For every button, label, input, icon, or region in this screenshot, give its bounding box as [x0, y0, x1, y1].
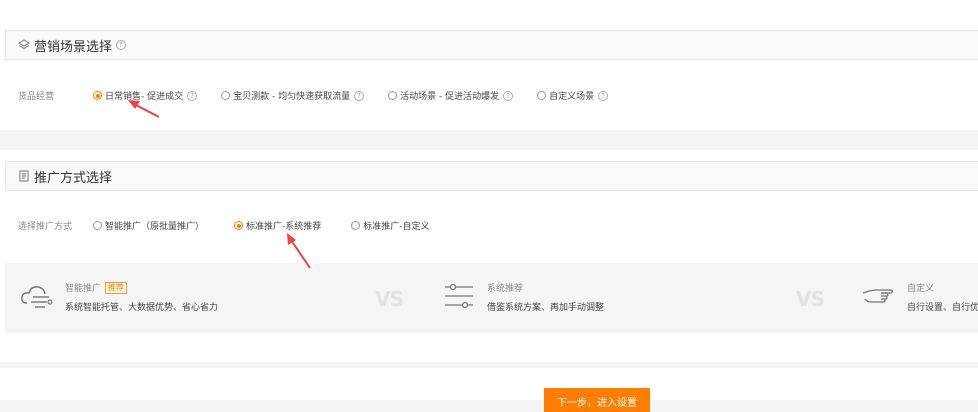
help-icon[interactable]: ? — [503, 90, 514, 101]
radio-checked[interactable] — [234, 221, 244, 230]
compare-custom: 自定义 自行设置、自行优化 — [861, 281, 978, 313]
compare-system: 系统推荐 借鉴系统方案、再加手动调整 — [441, 281, 604, 313]
radio-checked[interactable] — [93, 91, 102, 100]
promo-option-smart[interactable]: 智能推广（原批量推广） — [93, 219, 204, 232]
promo-radio-row: 选择推广方式 智能推广（原批量推广） 标准推广-系统推荐 标准推广-自定义 — [18, 219, 430, 232]
compare-desc: 借鉴系统方案、再加手动调整 — [487, 303, 605, 313]
compare-desc: 系统智能托管、大数据优势、省心省力 — [65, 303, 219, 313]
footer-panel — [0, 368, 978, 400]
recommend-badge: 推荐 — [105, 281, 128, 294]
promo-option-label: 标准推广-自定义 — [363, 222, 430, 232]
sliders-icon — [441, 281, 477, 311]
scene-row-label: 货品经营 — [18, 92, 55, 102]
help-icon[interactable]: ? — [354, 90, 365, 101]
next-step-button[interactable]: 下一步，进入设置 — [544, 388, 650, 412]
scene-section-title: 营销场景选择 — [34, 39, 113, 55]
radio-unchecked[interactable] — [351, 221, 361, 230]
radio-unchecked[interactable] — [93, 221, 102, 230]
compare-desc: 自行设置、自行优化 — [907, 303, 978, 313]
promo-row-label: 选择推广方式 — [18, 222, 73, 232]
scene-option-daily-sales[interactable]: 日常销售- 促进成交 ? — [93, 89, 198, 102]
radio-unchecked[interactable] — [221, 91, 231, 100]
vs-label: VS — [796, 287, 825, 311]
vs-label: VS — [375, 287, 404, 311]
scene-section-header: 营销场景选择 ? — [5, 30, 978, 60]
scene-option-custom[interactable]: 自定义场景 ? — [537, 89, 609, 102]
radio-unchecked[interactable] — [388, 91, 398, 100]
scene-option-product-test[interactable]: 宝贝测款 - 均匀快速获取流量 ? — [221, 89, 365, 102]
hand-pointer-icon — [861, 281, 897, 311]
promo-option-standard-custom[interactable]: 标准推广-自定义 — [351, 219, 430, 232]
cloud-gear-icon — [19, 281, 55, 311]
compare-title: 系统推荐 — [487, 284, 524, 294]
scene-radio-row: 货品经营 日常销售- 促进成交 ? 宝贝测款 - 均匀快速获取流量 ? 活动场景… — [18, 89, 609, 102]
promo-section-header: 推广方式选择 — [5, 161, 978, 191]
promo-section-title: 推广方式选择 — [34, 170, 113, 186]
scene-option-label: 活动场景 - 促进活动爆发 — [400, 92, 500, 102]
document-icon — [18, 170, 30, 182]
scene-option-label: 宝贝测款 - 均匀快速获取流量 — [233, 92, 351, 102]
radio-unchecked[interactable] — [537, 91, 547, 100]
help-icon[interactable]: ? — [116, 40, 127, 50]
compare-title: 自定义 — [907, 284, 935, 294]
help-icon[interactable]: ? — [187, 90, 198, 101]
compare-title: 智能推广 — [65, 284, 102, 294]
layers-icon — [18, 39, 30, 51]
promo-option-standard-recommend[interactable]: 标准推广-系统推荐 — [234, 219, 321, 232]
scene-option-label: 日常销售- 促进成交 — [105, 92, 184, 102]
promo-option-label: 标准推广-系统推荐 — [246, 222, 322, 232]
scene-option-activity[interactable]: 活动场景 - 促进活动爆发 ? — [388, 89, 514, 102]
scene-option-label: 自定义场景 — [549, 92, 595, 102]
top-band — [0, 0, 978, 14]
help-icon[interactable]: ? — [598, 90, 609, 101]
compare-smart: 智能推广 推荐 系统智能托管、大数据优势、省心省力 — [19, 281, 218, 313]
comparison-panel: 智能推广 推荐 系统智能托管、大数据优势、省心省力 VS 系统推荐 借鉴系统方案… — [5, 263, 978, 333]
promo-option-label: 智能推广（原批量推广） — [105, 222, 205, 232]
